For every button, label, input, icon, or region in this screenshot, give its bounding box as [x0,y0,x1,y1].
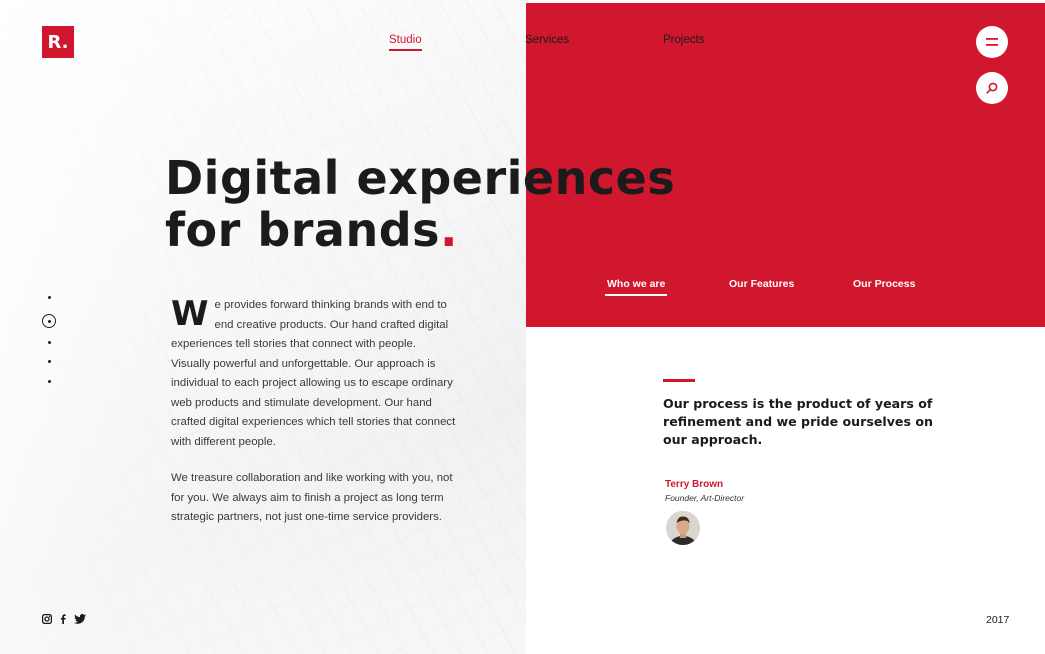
menu-button[interactable] [976,26,1008,58]
copyright-year: 2017 [986,614,1010,626]
tab-who-we-are[interactable]: Who we are [604,278,668,296]
headline-accent-dot: . [440,203,459,257]
quote-accent-rule [663,379,695,382]
tab-our-features[interactable]: Our Features [729,278,794,290]
author-name[interactable]: Terry Brown [665,479,723,490]
tab-our-process[interactable]: Our Process [853,278,915,290]
slide-dot[interactable] [48,296,51,299]
about-paragraph-1: We provides forward thinking brands with… [171,296,456,452]
nav-services[interactable]: Services [525,34,569,46]
author-role: Founder, Art-Director [665,493,745,503]
search-button[interactable] [976,72,1008,104]
instagram-icon[interactable] [42,614,52,624]
about-paragraph-1-text: e provides forward thinking brands with … [171,299,456,448]
facebook-icon[interactable] [60,614,66,624]
brand-logo[interactable]: R. [42,26,74,58]
nav-projects[interactable]: Projects [663,34,705,46]
slide-dot[interactable] [48,341,51,344]
headline-line-2: for brands [165,203,441,257]
slide-dot[interactable] [48,380,51,383]
slide-dot[interactable] [48,360,51,363]
hero-headline: Digital experiences for brands. [165,152,675,256]
slide-dot-active[interactable] [42,314,56,328]
about-paragraph-2: We treasure collaboration and like worki… [171,472,453,523]
hamburger-icon [986,38,998,46]
process-quote: Our process is the product of years of r… [663,396,933,447]
twitter-icon[interactable] [74,614,86,624]
dropcap-letter: W [171,294,209,334]
avatar[interactable] [666,511,700,545]
social-links [42,614,86,624]
author-portrait [666,511,700,545]
headline-line-1: Digital experiences [165,151,676,205]
search-icon [986,82,998,94]
logo-text: R. [47,31,69,53]
nav-studio[interactable]: Studio [389,34,422,51]
